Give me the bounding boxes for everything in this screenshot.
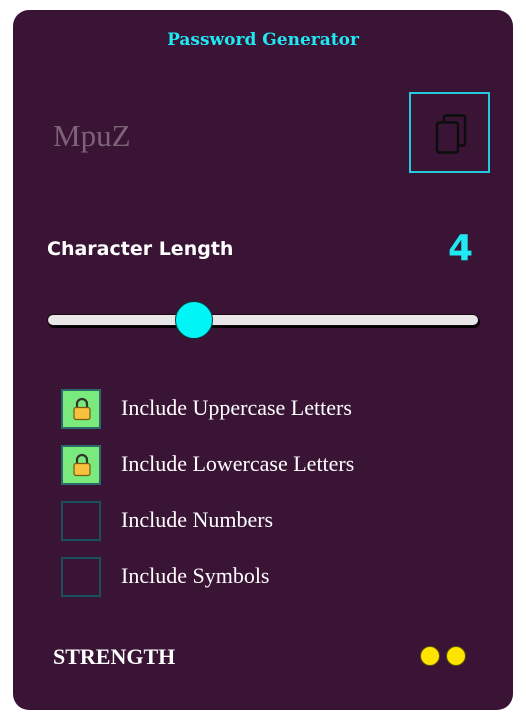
strength-dot — [446, 646, 466, 666]
symbols-label: Include Symbols — [121, 563, 270, 588]
uppercase-checkbox[interactable] — [61, 389, 101, 429]
length-slider-track[interactable] — [47, 314, 479, 326]
lock-icon — [73, 453, 91, 477]
strength-label: STRENGTH — [53, 644, 176, 669]
symbols-checkbox[interactable] — [61, 557, 101, 597]
length-slider-thumb[interactable] — [175, 301, 214, 339]
character-length-label: Character Length — [47, 238, 234, 260]
numbers-checkbox[interactable] — [61, 501, 101, 541]
copy-button[interactable] — [409, 92, 490, 173]
lock-icon — [73, 397, 91, 421]
numbers-label: Include Numbers — [121, 507, 274, 532]
strength-dot — [420, 646, 440, 666]
uppercase-label: Include Uppercase Letters — [121, 395, 352, 420]
password-generator-card: Password Generator MpuZ Character Length… — [13, 10, 513, 710]
lowercase-checkbox[interactable] — [61, 445, 101, 485]
character-length-value: 4 — [447, 228, 473, 269]
lowercase-label: Include Lowercase Letters — [121, 451, 355, 476]
app-title: Password Generator — [167, 30, 359, 50]
copy-icon — [435, 114, 467, 154]
password-display: MpuZ — [53, 118, 131, 153]
strength-indicator — [420, 646, 472, 670]
